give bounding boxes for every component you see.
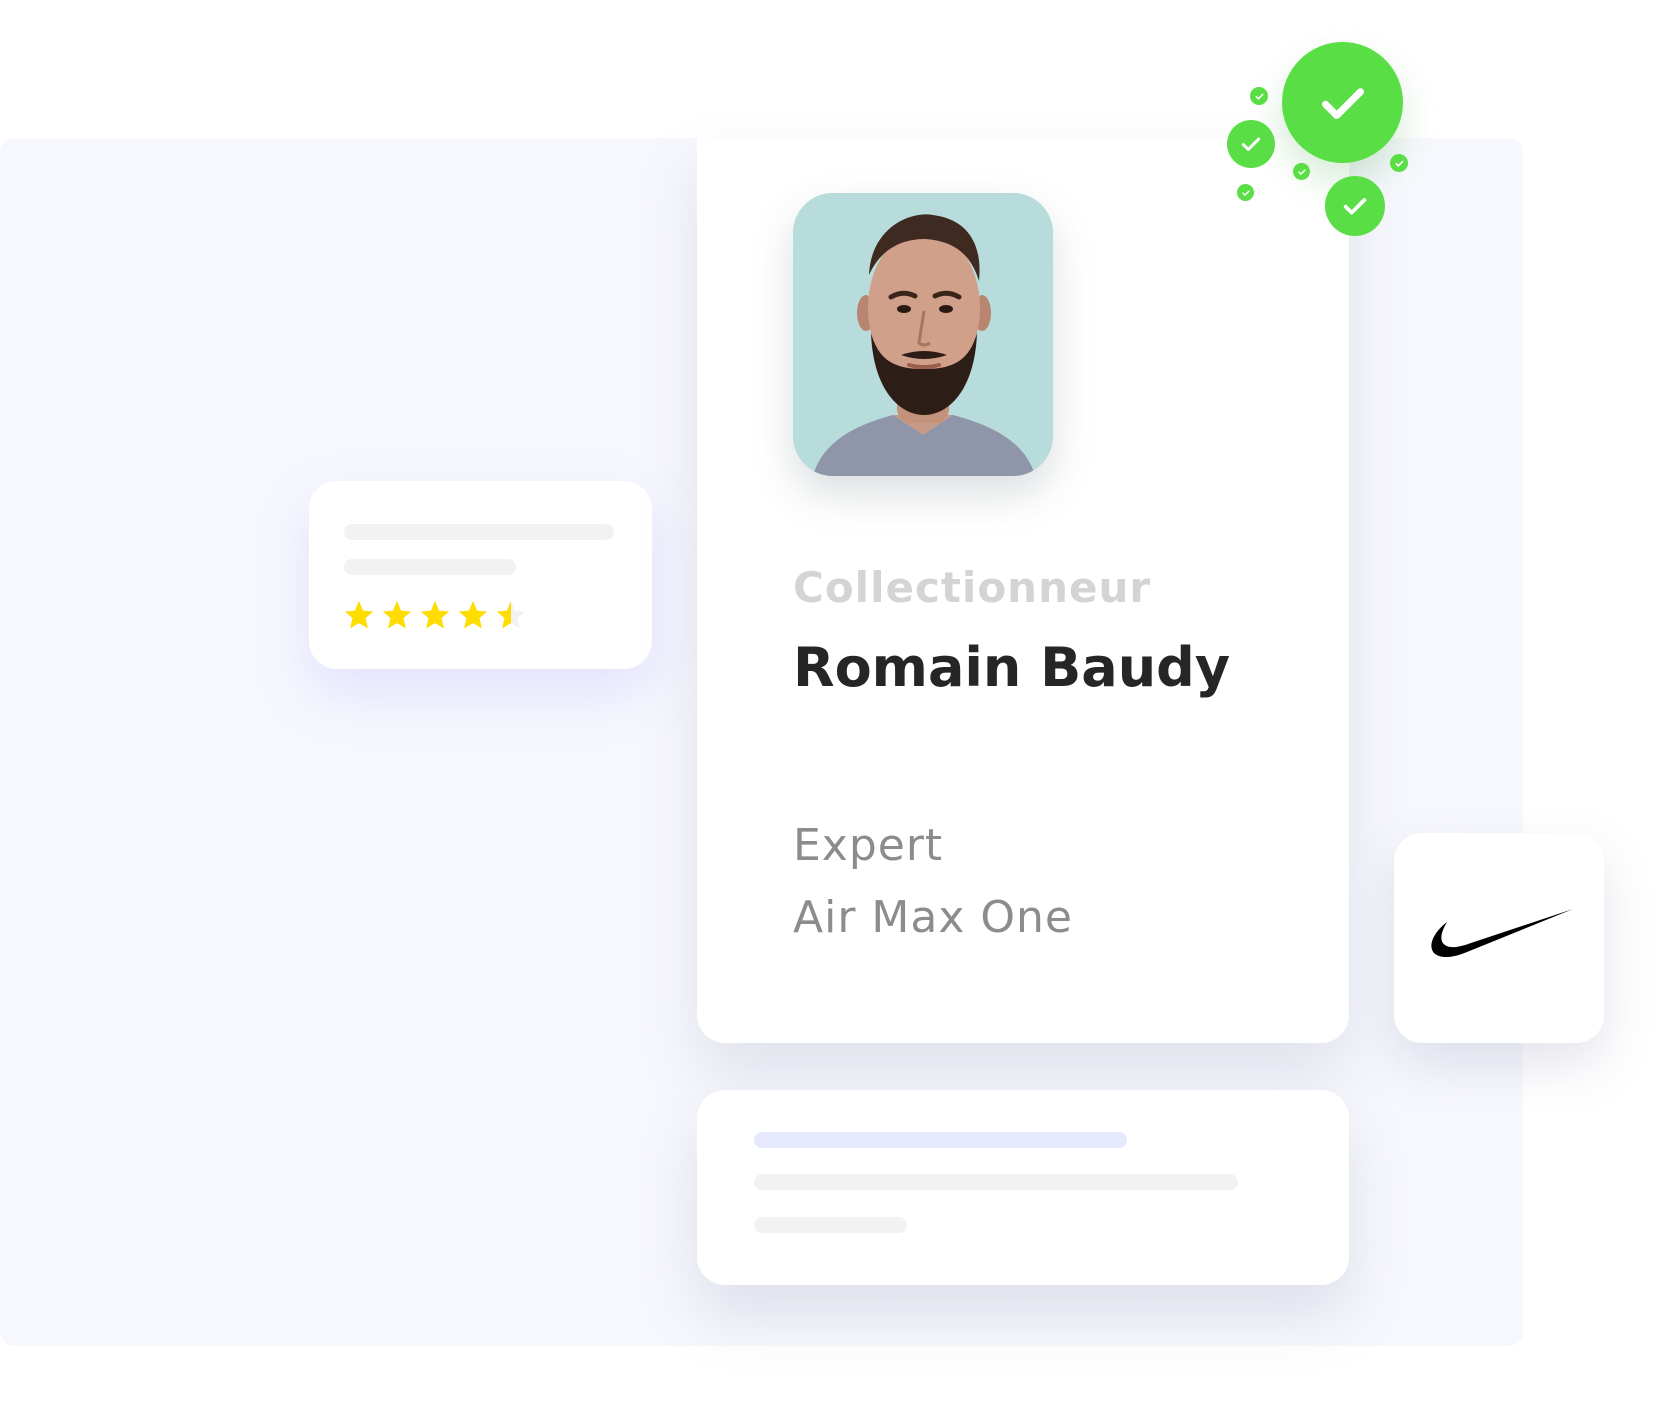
half-star-icon [496,600,526,629]
brand-card [1394,833,1604,1043]
skeleton-line [344,559,516,575]
profile-detail-model: Air Max One [793,892,1073,943]
check-icon [1237,184,1254,201]
check-icon [1227,120,1275,168]
avatar [793,193,1053,476]
profile-detail-expertise: Expert [793,820,944,871]
check-icon [1250,87,1268,105]
check-icon [1325,176,1385,236]
skeleton-line [344,524,614,540]
summary-card [697,1090,1349,1285]
nike-swoosh-icon [1431,909,1573,958]
check-icon [1390,154,1408,172]
rating-card [309,481,652,669]
star-rating [342,598,528,632]
star-icon [420,600,450,629]
profile-card: Collectionneur Romain Baudy Expert Air M… [697,138,1349,1043]
star-icon [382,600,412,629]
star-icon [458,600,488,629]
profile-role: Collectionneur [793,563,1152,612]
star-icon [344,600,374,629]
skeleton-line [754,1217,907,1233]
skeleton-line-accent [754,1132,1127,1148]
profile-name: Romain Baudy [793,636,1231,699]
check-icon [1293,163,1310,180]
verified-check-icon [1282,42,1403,163]
skeleton-line [754,1174,1238,1190]
